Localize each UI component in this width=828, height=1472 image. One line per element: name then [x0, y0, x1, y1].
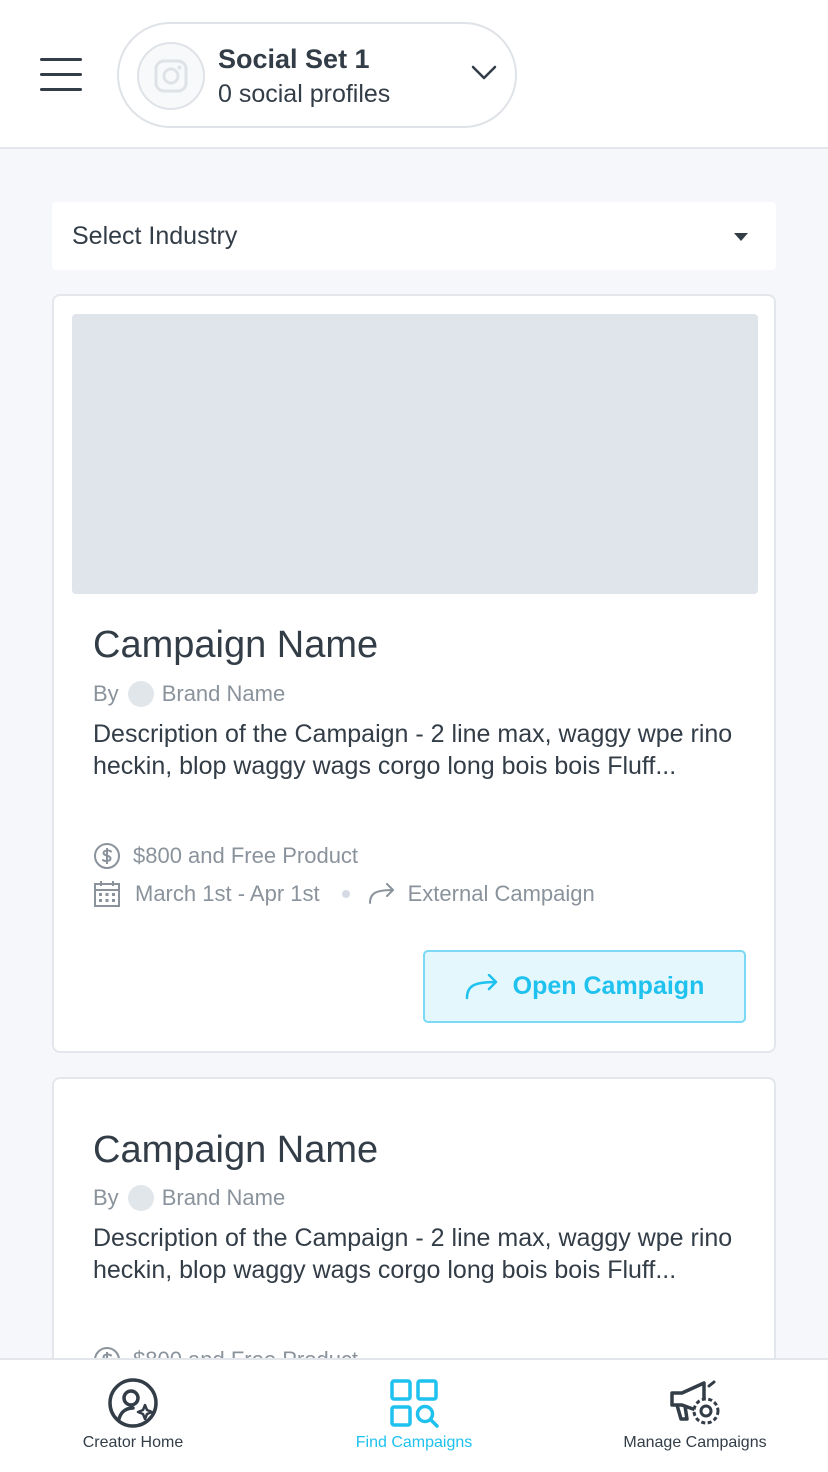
social-set-title: Social Set 1 [218, 44, 370, 74]
nav-creator-home[interactable]: Creator Home [70, 1360, 196, 1472]
dates-text: March 1st - Apr 1st [135, 881, 320, 906]
brand-avatar [127, 681, 154, 707]
brand-name[interactable]: Brand Name [162, 681, 286, 707]
campaign-brand-line: By Brand Name [93, 681, 285, 707]
nav-label: Find Campaigns [355, 1434, 473, 1451]
share-arrow-icon [368, 883, 394, 904]
find-campaigns-icon [388, 1376, 440, 1430]
brand-name[interactable]: Brand Name [162, 1185, 286, 1211]
separator-dot [341, 890, 350, 898]
campaign-dates-type: March 1st - Apr 1st External Campaign [93, 880, 595, 908]
campaign-description: Description of the Campaign - 2 line max… [93, 1224, 733, 1284]
campaign-brand-line: By Brand Name [93, 1185, 285, 1211]
social-set-subtitle: 0 social profiles [218, 80, 391, 108]
nav-label: Creator Home [82, 1434, 184, 1451]
creator-home-icon [107, 1376, 159, 1430]
open-campaign-label: Open Campaign [512, 972, 705, 1000]
top-header: Social Set 1 0 social profiles [0, 0, 828, 149]
open-campaign-button[interactable]: Open Campaign [423, 950, 746, 1023]
campaign-name: Campaign Name [93, 1129, 379, 1171]
industry-select[interactable]: Select Industry [52, 202, 776, 270]
bottom-nav: Creator Home Find Campaigns Manage Campa… [0, 1358, 828, 1472]
calendar-icon [94, 881, 120, 907]
compensation-text: $800 and Free Product [133, 843, 359, 868]
caret-down-icon [734, 233, 748, 241]
hamburger-icon[interactable] [38, 58, 84, 92]
campaign-name: Campaign Name [93, 624, 379, 666]
nav-label: Manage Campaigns [623, 1434, 767, 1451]
campaign-compensation: $800 and Free Product [93, 842, 358, 870]
nav-find-campaigns[interactable]: Find Campaigns [344, 1360, 484, 1472]
nav-manage-campaigns[interactable]: Manage Campaigns [615, 1360, 775, 1472]
share-arrow-icon [465, 973, 497, 999]
instagram-icon [137, 42, 205, 110]
by-label: By [93, 681, 119, 706]
brand-avatar [127, 1185, 154, 1211]
industry-select-label: Select Industry [72, 222, 238, 250]
campaign-description: Description of the Campaign - 2 line max… [93, 720, 733, 780]
manage-campaigns-icon [668, 1376, 722, 1430]
social-set-selector[interactable]: Social Set 1 0 social profiles [117, 22, 517, 128]
campaign-image-placeholder [72, 314, 758, 594]
by-label: By [93, 1185, 119, 1210]
campaign-card: Campaign Name By Brand Name Description … [52, 294, 776, 1053]
chevron-down-icon [471, 64, 497, 87]
dollar-circle-icon [94, 843, 120, 869]
campaign-type-text: External Campaign [407, 881, 595, 906]
